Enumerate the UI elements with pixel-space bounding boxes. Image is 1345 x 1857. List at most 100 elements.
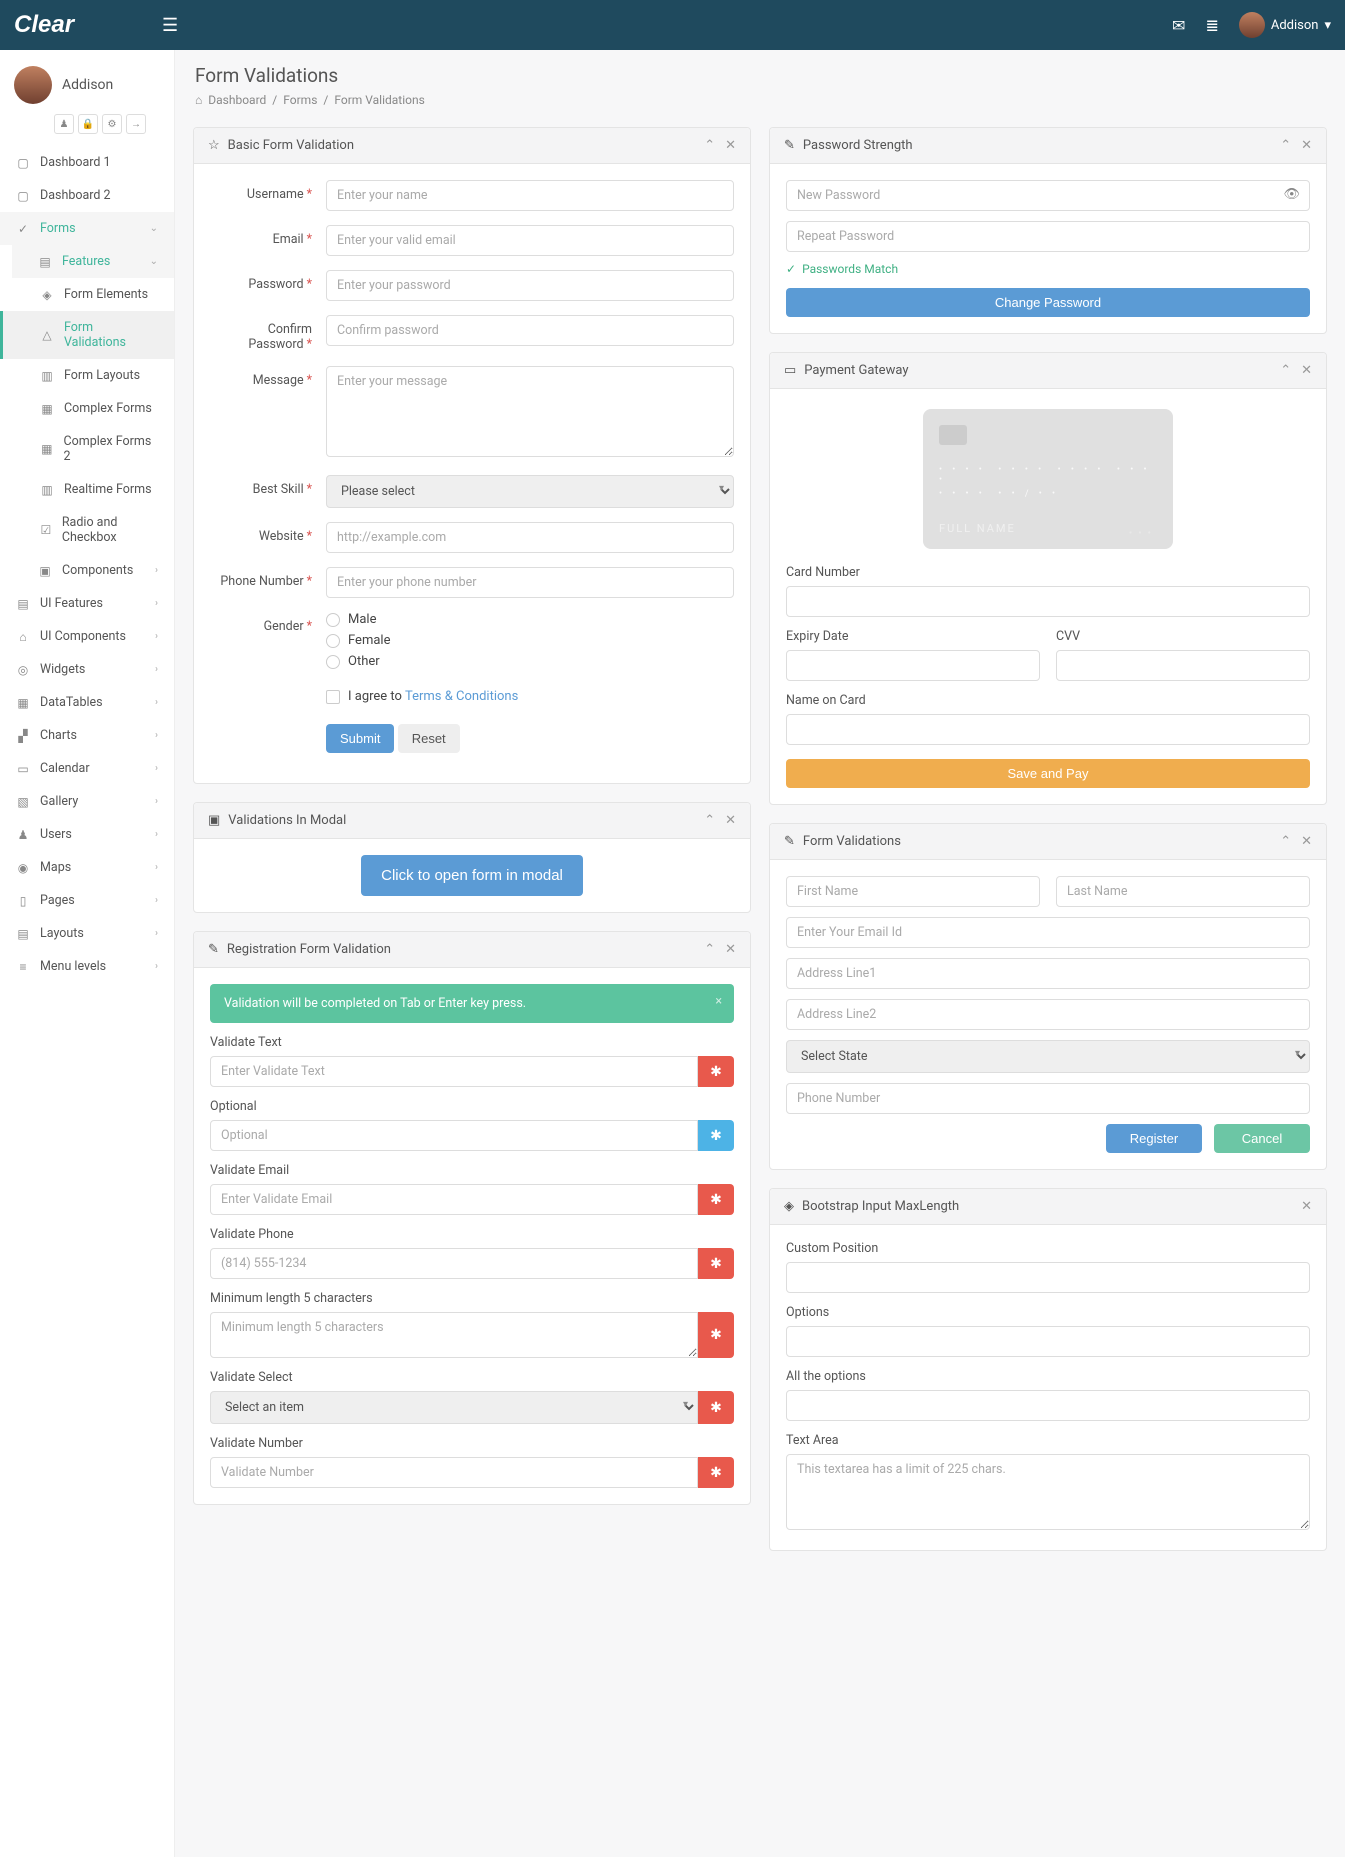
menu-toggle-icon[interactable]: ☰	[162, 15, 178, 36]
close-icon[interactable]: ✕	[1301, 363, 1312, 378]
terms-checkbox-row[interactable]: I agree to Terms & Conditions	[326, 689, 734, 704]
nav-item-form-layouts[interactable]: ▥Form Layouts	[0, 359, 174, 392]
val-phone-input[interactable]	[210, 1248, 698, 1279]
optional-input[interactable]	[210, 1120, 698, 1151]
collapse-icon[interactable]: ⌃	[704, 138, 715, 153]
breadcrumb-link[interactable]: Dashboard	[208, 93, 266, 107]
nav-item-complex-forms-2[interactable]: ▦Complex Forms 2	[0, 425, 174, 473]
website-input[interactable]	[326, 522, 734, 553]
maxlen-textarea[interactable]	[786, 1454, 1310, 1530]
val-text-input[interactable]	[210, 1056, 698, 1087]
collapse-icon[interactable]: ⌃	[1280, 138, 1291, 153]
mail-icon[interactable]: ✉	[1172, 16, 1185, 35]
terms-link[interactable]: Terms & Conditions	[405, 689, 518, 704]
gender-radio-male[interactable]: Male	[326, 612, 734, 627]
all-options-input[interactable]	[786, 1390, 1310, 1421]
nav-item-maps[interactable]: ◉Maps›	[0, 851, 174, 884]
profile-action-gear-icon[interactable]: ⚙	[102, 114, 122, 134]
tasks-icon[interactable]: ≣	[1205, 16, 1218, 35]
nav-item-form-validations[interactable]: △Form Validations	[0, 311, 174, 359]
collapse-icon[interactable]: ⌃	[704, 813, 715, 828]
val-text-clear-icon[interactable]: ✱	[698, 1056, 734, 1087]
close-icon[interactable]: ✕	[1301, 834, 1312, 849]
skill-select[interactable]: Please select	[326, 475, 734, 508]
cancel-button[interactable]: Cancel	[1214, 1124, 1310, 1153]
submit-button[interactable]: Submit	[326, 724, 394, 753]
val-select[interactable]: Select an item	[210, 1391, 698, 1424]
email-input[interactable]	[326, 225, 734, 256]
val-number-input[interactable]	[210, 1457, 698, 1488]
eye-icon[interactable]: 👁	[1283, 187, 1300, 202]
password-input[interactable]	[326, 270, 734, 301]
new-password-input[interactable]	[786, 180, 1310, 211]
close-icon[interactable]: ✕	[725, 138, 736, 153]
username-input[interactable]	[326, 180, 734, 211]
nav-item-ui-features[interactable]: ▤UI Features›	[0, 587, 174, 620]
expiry-input[interactable]	[786, 650, 1040, 681]
nav-item-charts[interactable]: ▞Charts›	[0, 719, 174, 752]
gender-radio-other[interactable]: Other	[326, 654, 734, 669]
address1-input[interactable]	[786, 958, 1310, 989]
optional-action-icon[interactable]: ✱	[698, 1120, 734, 1151]
address2-input[interactable]	[786, 999, 1310, 1030]
register-button[interactable]: Register	[1106, 1124, 1202, 1153]
reset-button[interactable]: Reset	[398, 724, 460, 753]
user-menu[interactable]: Addison ▾	[1239, 12, 1331, 38]
save-pay-button[interactable]: Save and Pay	[786, 759, 1310, 788]
nav-item-users[interactable]: ♟Users›	[0, 818, 174, 851]
custom-pos-input[interactable]	[786, 1262, 1310, 1293]
phone-number-input[interactable]	[786, 1083, 1310, 1114]
message-textarea[interactable]	[326, 366, 734, 457]
nav-item-realtime-forms[interactable]: ▥Realtime Forms	[0, 473, 174, 506]
terms-checkbox[interactable]	[326, 690, 340, 704]
gender-radio-female[interactable]: Female	[326, 633, 734, 648]
nav-item-dashboard-1[interactable]: ▢Dashboard 1	[0, 146, 174, 179]
profile-action-user-icon[interactable]: ♟	[54, 114, 74, 134]
open-modal-button[interactable]: Click to open form in modal	[361, 855, 583, 896]
nav-item-components[interactable]: ▣Components›	[12, 554, 174, 587]
close-icon[interactable]: ✕	[1301, 138, 1312, 153]
nav-item-pages[interactable]: ▯Pages›	[0, 884, 174, 917]
close-icon[interactable]: ✕	[725, 942, 736, 957]
val-email-input[interactable]	[210, 1184, 698, 1215]
nav-item-forms[interactable]: ✓Forms⌄	[0, 212, 174, 245]
first-name-input[interactable]	[786, 876, 1040, 907]
close-icon[interactable]: ✕	[725, 813, 736, 828]
val-select-clear-icon[interactable]: ✱	[698, 1391, 734, 1424]
cvv-input[interactable]	[1056, 650, 1310, 681]
change-password-button[interactable]: Change Password	[786, 288, 1310, 317]
profile-action-lock-icon[interactable]: 🔒	[78, 114, 98, 134]
nav-item-features[interactable]: ▤Features⌄	[12, 245, 174, 278]
nav-item-ui-components[interactable]: ⌂UI Components›	[0, 620, 174, 653]
nav-item-gallery[interactable]: ▧Gallery›	[0, 785, 174, 818]
nav-item-layouts[interactable]: ▤Layouts›	[0, 917, 174, 950]
profile-action-logout-icon[interactable]: →	[126, 114, 146, 134]
confirm-password-input[interactable]	[326, 315, 734, 346]
nav-item-widgets[interactable]: ◎Widgets›	[0, 653, 174, 686]
val-phone-clear-icon[interactable]: ✱	[698, 1248, 734, 1279]
email-id-input[interactable]	[786, 917, 1310, 948]
close-icon[interactable]: ✕	[1301, 1199, 1312, 1214]
nav-item-menu-levels[interactable]: ≡Menu levels›	[0, 950, 174, 983]
val-number-clear-icon[interactable]: ✱	[698, 1457, 734, 1488]
alert-close-icon[interactable]: ×	[715, 994, 722, 1009]
minlen-textarea[interactable]	[210, 1312, 698, 1358]
collapse-icon[interactable]: ⌃	[704, 942, 715, 957]
phone-input[interactable]	[326, 567, 734, 598]
state-select[interactable]: Select State	[786, 1040, 1310, 1073]
minlen-clear-icon[interactable]: ✱	[698, 1312, 734, 1358]
collapse-icon[interactable]: ⌃	[1280, 834, 1291, 849]
nav-item-radio-and-checkbox[interactable]: ☑Radio and Checkbox	[0, 506, 174, 554]
nav-item-datatables[interactable]: ▦DataTables›	[0, 686, 174, 719]
card-number-input[interactable]	[786, 586, 1310, 617]
val-email-clear-icon[interactable]: ✱	[698, 1184, 734, 1215]
nav-item-form-elements[interactable]: ◈Form Elements	[0, 278, 174, 311]
collapse-icon[interactable]: ⌃	[1280, 363, 1291, 378]
breadcrumb-link[interactable]: Forms	[283, 93, 317, 107]
nav-item-complex-forms[interactable]: ▦Complex Forms	[0, 392, 174, 425]
repeat-password-input[interactable]	[786, 221, 1310, 252]
nav-item-calendar[interactable]: ▭Calendar›	[0, 752, 174, 785]
options-input[interactable]	[786, 1326, 1310, 1357]
nav-item-dashboard-2[interactable]: ▢Dashboard 2	[0, 179, 174, 212]
last-name-input[interactable]	[1056, 876, 1310, 907]
